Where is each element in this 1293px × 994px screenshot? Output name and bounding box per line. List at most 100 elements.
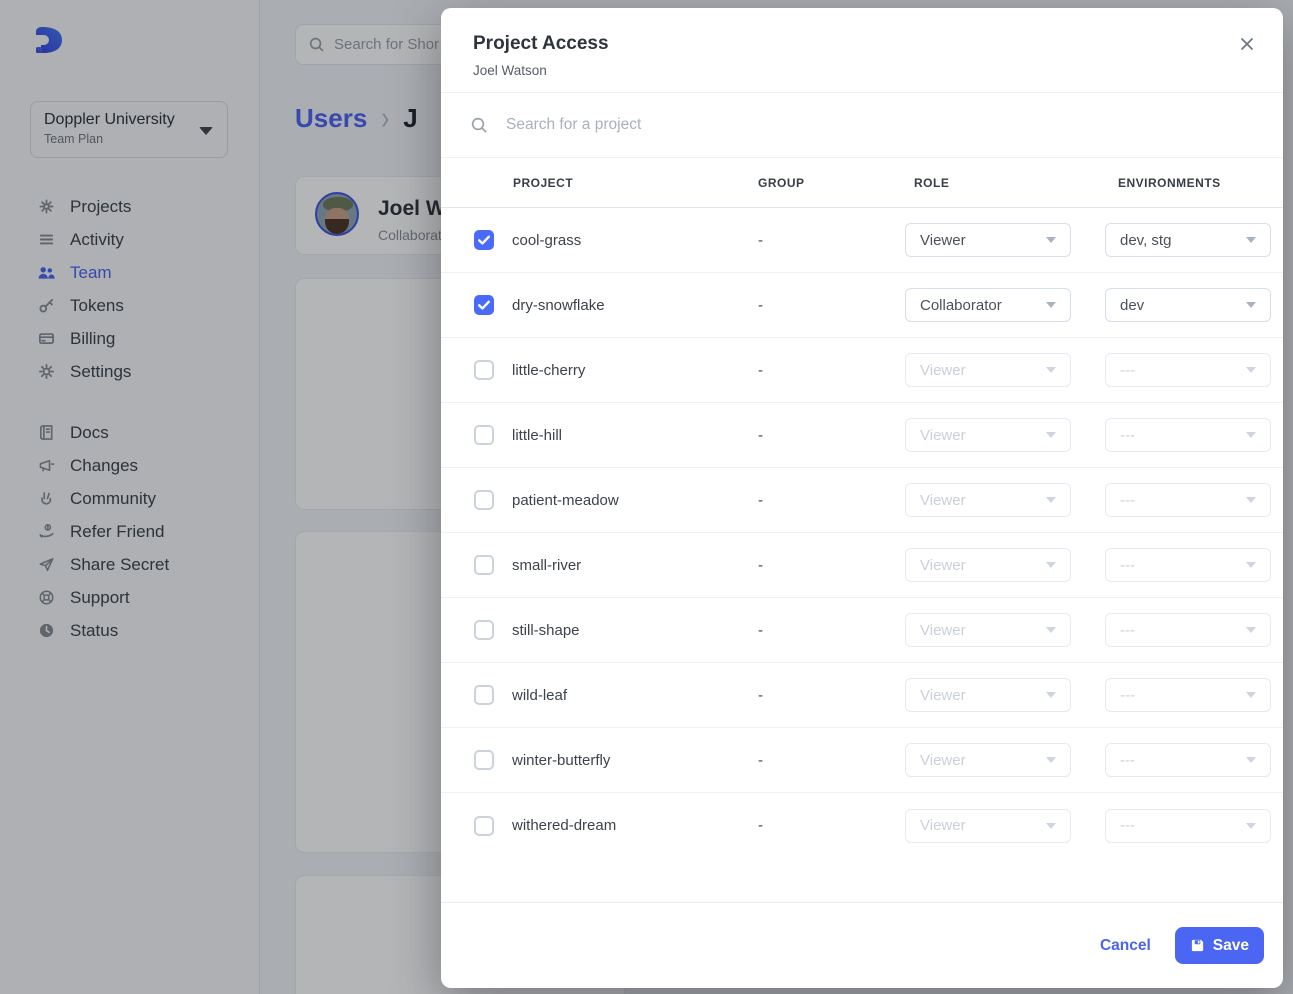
row-checkbox[interactable] (474, 685, 494, 705)
save-button[interactable]: Save (1174, 927, 1264, 964)
row-checkbox[interactable] (474, 425, 494, 445)
role-value: Viewer (920, 751, 966, 769)
modal-title: Project Access (473, 33, 609, 54)
group-value: - (758, 296, 763, 314)
environments-value: --- (1120, 817, 1135, 834)
chevron-down-icon (1246, 497, 1256, 503)
role-value: Viewer (920, 491, 966, 509)
chevron-down-icon (1246, 562, 1256, 568)
environments-value: --- (1120, 361, 1135, 379)
row-checkbox[interactable] (474, 750, 494, 770)
column-header-group: GROUP (758, 175, 805, 190)
group-value: - (758, 751, 763, 769)
environments-value: --- (1120, 686, 1135, 704)
role-value: Collaborator (920, 296, 1002, 314)
chevron-down-icon (1046, 367, 1056, 373)
chevron-down-icon (1046, 302, 1056, 308)
role-select: Viewer (905, 548, 1071, 582)
table-row: cool-grass - Viewer dev, stg (441, 208, 1283, 273)
close-icon[interactable] (1235, 32, 1259, 56)
group-value: - (758, 817, 763, 834)
role-select: Viewer (905, 613, 1071, 647)
project-access-modal: Project Access Joel Watson PROJECT GROUP… (441, 8, 1283, 988)
project-name: patient-meadow (512, 491, 619, 509)
column-header-project: PROJECT (513, 175, 574, 190)
group-value: - (758, 556, 763, 574)
environments-value: --- (1120, 426, 1135, 444)
chevron-down-icon (1246, 237, 1256, 243)
environments-select: --- (1105, 743, 1271, 777)
role-value: Viewer (920, 556, 966, 574)
role-select: Viewer (905, 678, 1071, 712)
environments-value: --- (1120, 621, 1135, 639)
group-value: - (758, 686, 763, 704)
environments-select: --- (1105, 808, 1271, 843)
chevron-down-icon (1246, 302, 1256, 308)
group-value: - (758, 491, 763, 509)
project-name: little-hill (512, 426, 563, 444)
row-checkbox[interactable] (474, 490, 494, 510)
role-select: Viewer (905, 353, 1071, 387)
environments-select: --- (1105, 353, 1271, 387)
row-checkbox[interactable] (474, 555, 494, 575)
table-row: little-hill - Viewer --- (441, 403, 1283, 468)
chevron-down-icon (1046, 627, 1056, 633)
cancel-button[interactable]: Cancel (1100, 937, 1151, 955)
chevron-down-icon (1246, 627, 1256, 633)
role-value: Viewer (920, 817, 966, 834)
role-select[interactable]: Viewer (905, 223, 1071, 257)
environments-value: dev (1120, 296, 1145, 314)
chevron-down-icon (1046, 562, 1056, 568)
environments-select[interactable]: dev, stg (1105, 223, 1271, 257)
project-name: withered-dream (512, 817, 617, 834)
table-row: still-shape - Viewer --- (441, 598, 1283, 663)
group-value: - (758, 426, 763, 444)
chevron-down-icon (1046, 822, 1056, 829)
role-select[interactable]: Collaborator (905, 288, 1071, 322)
floppy-disk-icon (1190, 938, 1205, 953)
environments-select: --- (1105, 678, 1271, 712)
table-row: dry-snowflake - Collaborator dev (441, 273, 1283, 338)
role-value: Viewer (920, 231, 966, 249)
environments-select: --- (1105, 418, 1271, 452)
project-name: wild-leaf (512, 686, 568, 704)
group-value: - (758, 231, 763, 249)
role-select: Viewer (905, 483, 1071, 517)
row-checkbox[interactable] (474, 295, 494, 315)
project-search-input[interactable] (506, 116, 1253, 134)
chevron-down-icon (1246, 822, 1256, 829)
chevron-down-icon (1246, 367, 1256, 373)
column-header-environments: ENVIRONMENTS (1118, 175, 1221, 190)
project-name: small-river (512, 556, 582, 574)
project-name: cool-grass (512, 231, 582, 249)
table-row: little-cherry - Viewer --- (441, 338, 1283, 403)
search-icon (470, 116, 488, 134)
role-value: Viewer (920, 426, 966, 444)
environments-select: --- (1105, 548, 1271, 582)
table-body: cool-grass - Viewer dev, stg dry-snowfla… (441, 208, 1283, 858)
project-search (441, 93, 1283, 158)
environments-select[interactable]: dev (1105, 288, 1271, 322)
table-header: PROJECT GROUP ROLE ENVIRONMENTS (441, 158, 1283, 208)
row-checkbox[interactable] (474, 815, 494, 836)
chevron-down-icon (1046, 497, 1056, 503)
role-select: Viewer (905, 743, 1071, 777)
table-row: small-river - Viewer --- (441, 533, 1283, 598)
group-value: - (758, 361, 763, 379)
role-value: Viewer (920, 621, 966, 639)
environments-value: --- (1120, 751, 1135, 769)
table-row: patient-meadow - Viewer --- (441, 468, 1283, 533)
modal-subtitle: Joel Watson (473, 63, 547, 78)
modal-footer: Cancel Save (441, 902, 1283, 988)
row-checkbox[interactable] (474, 230, 494, 250)
project-name: dry-snowflake (512, 296, 605, 314)
row-checkbox[interactable] (474, 360, 494, 380)
chevron-down-icon (1046, 692, 1056, 698)
table-row: withered-dream - Viewer --- (441, 793, 1283, 858)
role-select: Viewer (905, 418, 1071, 452)
modal-header: Project Access Joel Watson (441, 8, 1283, 93)
row-checkbox[interactable] (474, 620, 494, 640)
role-select: Viewer (905, 808, 1071, 843)
project-name: little-cherry (512, 361, 586, 379)
group-value: - (758, 621, 763, 639)
